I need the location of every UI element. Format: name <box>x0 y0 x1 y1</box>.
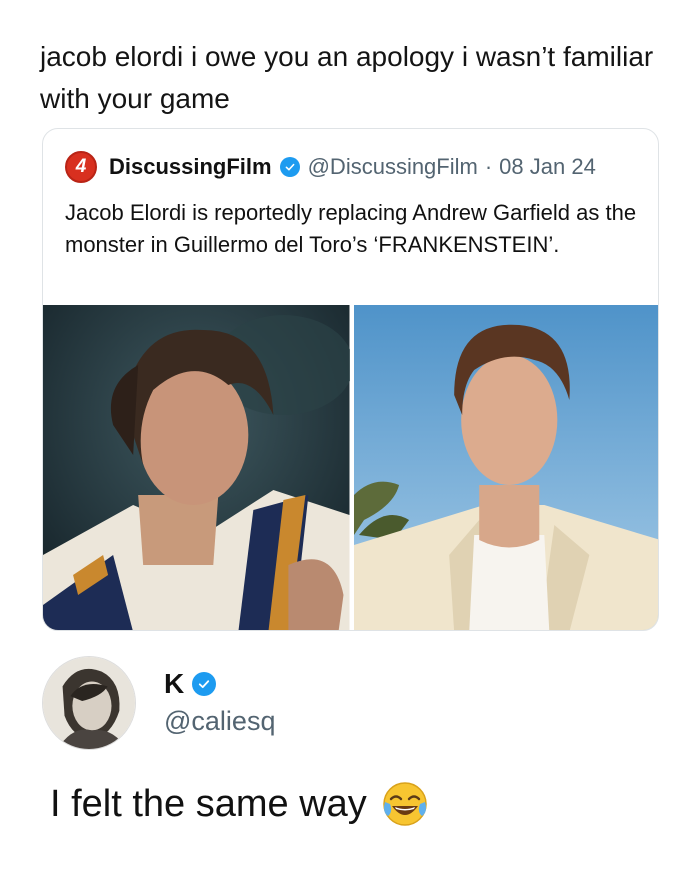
avatar[interactable] <box>42 656 136 750</box>
discussingfilm-logo-icon: 4 <box>65 151 97 183</box>
face-with-tears-of-joy-icon <box>381 780 429 828</box>
quoted-date: 08 Jan 24 <box>499 154 596 179</box>
reply-display-name[interactable]: K <box>164 668 184 700</box>
photo-right[interactable] <box>353 305 658 630</box>
post-text: jacob elordi i owe you an apology i wasn… <box>40 41 654 114</box>
reply-author[interactable]: K @caliesq <box>42 656 542 752</box>
quoted-tweet-text: Jacob Elordi is reportedly replacing And… <box>65 200 637 257</box>
quoted-tweet-header: 4 DiscussingFilm @DiscussingFilm · 08 Ja… <box>65 151 596 183</box>
reply-handle[interactable]: @caliesq <box>164 706 275 737</box>
photo-left[interactable] <box>43 305 350 630</box>
verified-badge-icon <box>192 672 217 696</box>
quoted-display-name[interactable]: DiscussingFilm <box>109 154 272 180</box>
quoted-tweet-card[interactable]: 4 DiscussingFilm @DiscussingFilm · 08 Ja… <box>42 128 659 631</box>
reply-text-row: I felt the same way <box>50 780 429 828</box>
verified-badge-icon <box>279 157 300 177</box>
quoted-handle[interactable]: @DiscussingFilm <box>308 154 478 180</box>
reply-author-name-row: K <box>164 668 224 700</box>
separator-dot: · <box>484 154 493 179</box>
quoted-media[interactable] <box>43 305 658 630</box>
reply-text: I felt the same way <box>50 782 367 825</box>
